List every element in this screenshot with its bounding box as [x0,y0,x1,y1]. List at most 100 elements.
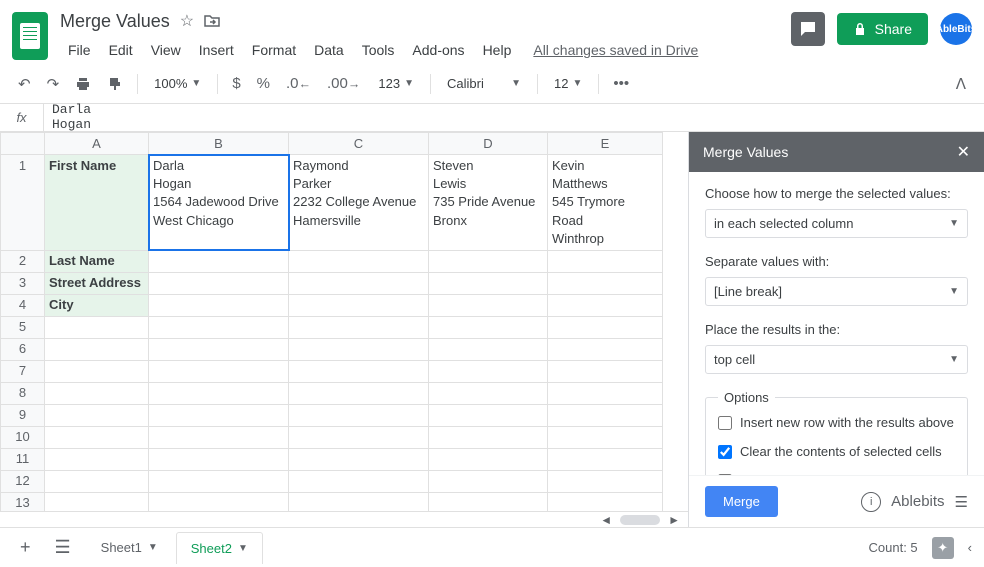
cell[interactable] [289,492,429,511]
cell[interactable] [149,250,289,272]
sheets-logo-icon[interactable] [12,12,48,60]
cell[interactable] [289,360,429,382]
save-status[interactable]: All changes saved in Drive [533,42,698,58]
scroll-right-icon[interactable]: ► [668,513,680,527]
cell[interactable] [548,404,663,426]
cell[interactable] [289,272,429,294]
cell[interactable] [149,470,289,492]
cell[interactable] [548,360,663,382]
cell[interactable] [149,426,289,448]
cell[interactable] [45,382,149,404]
row-header[interactable]: 3 [1,272,45,294]
cell[interactable] [289,338,429,360]
close-icon[interactable]: ✕ [957,142,970,162]
cell[interactable] [429,448,548,470]
font-family-dropdown[interactable]: Calibri ▼ [439,72,529,95]
cell[interactable] [429,316,548,338]
cell[interactable] [429,250,548,272]
cell[interactable] [548,250,663,272]
cell[interactable] [45,338,149,360]
cell[interactable] [149,316,289,338]
share-button[interactable]: Share [837,13,928,45]
column-header[interactable]: E [548,133,663,155]
cell[interactable] [548,294,663,316]
star-icon[interactable]: ☆ [180,11,194,31]
cell[interactable] [149,448,289,470]
cell[interactable] [45,404,149,426]
merge-button[interactable]: Merge [705,486,778,517]
explore-button[interactable]: ✦ [932,537,954,559]
cell[interactable] [289,382,429,404]
cell[interactable] [149,294,289,316]
cell[interactable] [149,404,289,426]
comments-button[interactable] [791,12,825,46]
cell[interactable] [289,448,429,470]
row-header[interactable]: 5 [1,316,45,338]
chevron-down-icon[interactable]: ▼ [148,542,158,553]
info-icon[interactable]: i [861,492,881,512]
cell[interactable] [45,426,149,448]
document-title[interactable]: Merge Values [60,11,170,32]
cell[interactable] [548,316,663,338]
row-header[interactable]: 7 [1,360,45,382]
hamburger-icon[interactable]: ☰ [955,493,968,511]
account-avatar[interactable]: AbleBits [940,13,972,45]
cell[interactable] [45,448,149,470]
cell[interactable] [149,272,289,294]
row-header[interactable]: 12 [1,470,45,492]
undo-button[interactable]: ↶ [12,69,37,99]
side-panel-collapse-icon[interactable]: ‹ [968,540,972,555]
cell[interactable] [45,470,149,492]
cell[interactable] [289,470,429,492]
cell[interactable] [548,272,663,294]
column-header[interactable]: B [149,133,289,155]
cell[interactable] [149,360,289,382]
cell[interactable] [429,404,548,426]
option-checkbox[interactable]: Clear the contents of selected cells [718,444,955,459]
menu-file[interactable]: File [60,38,99,62]
cell[interactable]: City [45,294,149,316]
merge-direction-select[interactable]: in each selected column▼ [705,209,968,238]
redo-button[interactable]: ↷ [41,69,66,99]
cell[interactable] [45,360,149,382]
cell[interactable]: Street Address [45,272,149,294]
spreadsheet-grid[interactable]: ABCDE1First NameDarlaHogan1564 Jadewood … [0,132,688,527]
zoom-dropdown[interactable]: 100% ▼ [146,72,209,95]
menu-data[interactable]: Data [306,38,352,62]
formula-input[interactable]: Darla Hogan [44,103,984,132]
menu-edit[interactable]: Edit [101,38,141,62]
cell[interactable] [289,316,429,338]
cell[interactable]: KevinMatthews545 Trymore RoadWinthrop [548,155,663,251]
paint-format-button[interactable] [101,70,129,98]
move-to-folder-icon[interactable] [204,14,220,28]
row-header[interactable]: 6 [1,338,45,360]
font-size-dropdown[interactable]: 12 ▼ [546,72,590,95]
menu-tools[interactable]: Tools [354,38,403,62]
add-sheet-button[interactable]: + [12,533,39,562]
sheet-tab[interactable]: Sheet2 ▼ [176,532,263,564]
cell[interactable]: RaymondParker2232 College AvenueHamersvi… [289,155,429,251]
menu-format[interactable]: Format [244,38,304,62]
currency-button[interactable]: $ [226,69,246,98]
cell[interactable] [548,470,663,492]
cell[interactable] [45,492,149,511]
cell[interactable] [429,426,548,448]
column-header[interactable]: C [289,133,429,155]
menu-help[interactable]: Help [475,38,520,62]
cell[interactable] [429,338,548,360]
cell[interactable]: DarlaHogan1564 Jadewood DriveWest Chicag… [149,155,289,251]
cell[interactable] [548,338,663,360]
menu-view[interactable]: View [143,38,189,62]
cell[interactable] [429,492,548,511]
row-header[interactable]: 2 [1,250,45,272]
cell[interactable]: First Name [45,155,149,251]
cell[interactable] [149,338,289,360]
cell[interactable] [429,382,548,404]
cell[interactable] [149,492,289,511]
row-header[interactable]: 1 [1,155,45,251]
chevron-down-icon[interactable]: ▼ [238,543,248,554]
cell[interactable] [45,316,149,338]
more-toolbar-button[interactable]: ••• [607,69,635,98]
ablebits-brand[interactable]: i Ablebits ☰ [861,492,968,512]
sheet-tab[interactable]: Sheet1 ▼ [87,532,172,564]
